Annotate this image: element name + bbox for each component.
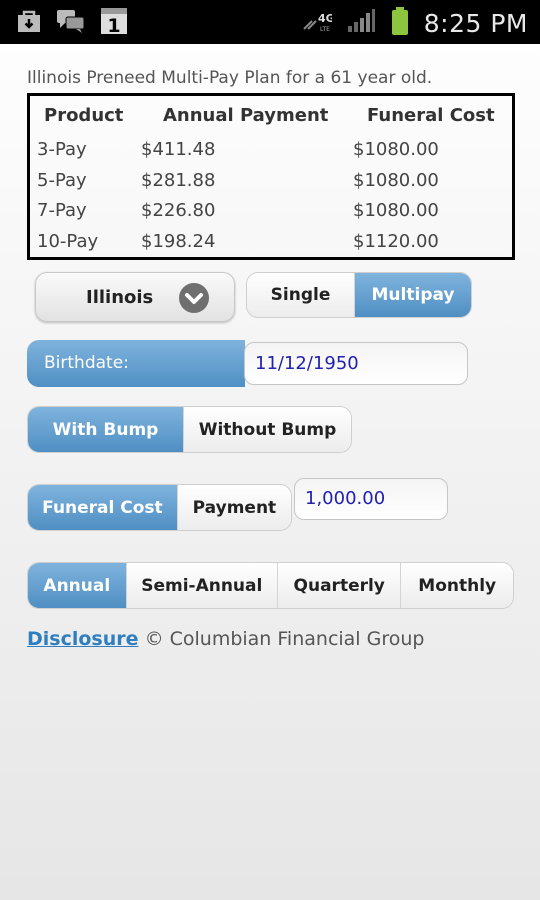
footer: Disclosure © Columbian Financial Group [27, 628, 424, 650]
amount-field[interactable]: 1,000.00 [294, 478, 448, 520]
monthly-option[interactable]: Monthly [400, 563, 513, 608]
chat-messages-icon [56, 8, 86, 38]
table-row: 5-Pay $281.88 $1080.00 [29, 165, 514, 196]
network-type-label: 4G [318, 12, 332, 25]
annual-payment-cell: $198.24 [141, 231, 216, 253]
product-cell: 10-Pay [37, 231, 99, 253]
header-annual-payment: Annual Payment [163, 104, 329, 126]
single-option[interactable]: Single [247, 273, 355, 317]
product-cell: 7-Pay [37, 200, 87, 222]
annual-payment-cell: $226.80 [141, 200, 216, 222]
svg-text:LTE: LTE [320, 26, 330, 33]
without-bump-option[interactable]: Without Bump [183, 407, 351, 452]
with-bump-option[interactable]: With Bump [28, 407, 184, 452]
table-row: 3-Pay $411.48 $1080.00 [29, 134, 514, 165]
annual-option[interactable]: Annual [28, 563, 126, 608]
funeral-cost-option[interactable]: Funeral Cost [28, 485, 177, 530]
svg-text:1: 1 [107, 15, 120, 35]
table-row: 7-Pay $226.80 $1080.00 [29, 195, 514, 226]
signal-strength-icon [346, 8, 376, 38]
rates-table: Product Annual Payment Funeral Cost 3-Pa… [27, 93, 515, 260]
funeral-cost-cell: $1080.00 [353, 138, 439, 160]
header-product: Product [44, 104, 124, 126]
multipay-option[interactable]: Multipay [354, 273, 471, 317]
chevron-down-icon [179, 283, 209, 313]
header-funeral-cost: Funeral Cost [367, 104, 495, 126]
funeral-cost-cell: $1120.00 [353, 231, 439, 253]
bump-toggle: With Bump Without Bump [27, 406, 352, 453]
battery-icon [390, 6, 410, 40]
table-header-row: Product Annual Payment Funeral Cost [29, 95, 514, 135]
birthdate-label: Birthdate: [27, 340, 245, 387]
annual-payment-cell: $411.48 [141, 138, 216, 160]
plan-type-toggle: Single Multipay [246, 272, 472, 318]
calendar-icon: 1 [100, 7, 128, 39]
funeral-cost-cell: $1080.00 [353, 169, 439, 191]
frequency-toggle: Annual Semi-Annual Quarterly Monthly [27, 562, 514, 609]
state-value: Illinois [86, 287, 154, 308]
payment-option[interactable]: Payment [176, 485, 291, 530]
copyright-text: © Columbian Financial Group [144, 628, 425, 650]
product-cell: 5-Pay [37, 169, 87, 191]
state-dropdown[interactable]: Illinois [35, 272, 235, 322]
funeral-cost-cell: $1080.00 [353, 200, 439, 222]
product-cell: 3-Pay [37, 138, 87, 160]
plan-title: Illinois Preneed Multi-Pay Plan for a 61… [27, 68, 433, 88]
disclosure-link[interactable]: Disclosure [27, 628, 139, 650]
table-row: 10-Pay $198.24 $1120.00 [29, 226, 514, 258]
annual-payment-cell: $281.88 [141, 169, 216, 191]
quarterly-option[interactable]: Quarterly [276, 563, 401, 608]
status-time: 8:25 PM [423, 8, 528, 38]
semi-annual-option[interactable]: Semi-Annual [125, 563, 277, 608]
birthdate-field[interactable]: 11/12/1950 [244, 342, 468, 385]
4g-network-icon: 4G LTE [302, 9, 334, 37]
shopping-bag-icon [16, 8, 42, 38]
calc-mode-toggle: Funeral Cost Payment [27, 484, 292, 531]
status-bar: 1 4G LTE 8:25 PM [0, 0, 540, 44]
